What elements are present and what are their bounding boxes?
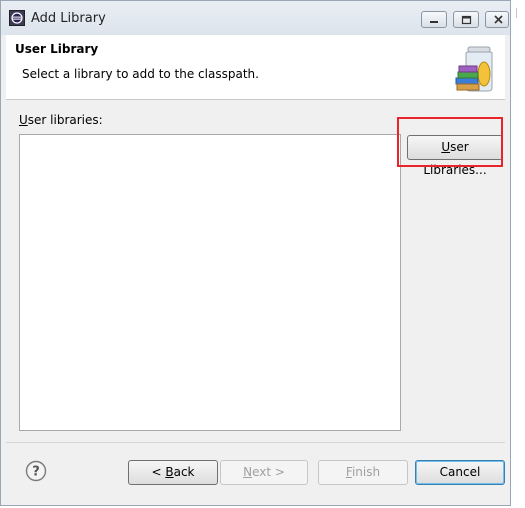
- background-window-edge: [512, 0, 525, 508]
- close-button[interactable]: [485, 11, 509, 28]
- user-libraries-list[interactable]: [19, 134, 401, 431]
- back-button[interactable]: < Back: [128, 460, 218, 485]
- close-icon: [494, 15, 503, 24]
- add-library-dialog: Add Library User Library Select a librar…: [0, 0, 511, 506]
- wizard-header: User Library Select a library to add to …: [6, 35, 505, 100]
- window-title: Add Library: [31, 11, 106, 26]
- library-jar-icon: [455, 46, 493, 92]
- user-libraries-button[interactable]: User Libraries...: [407, 135, 503, 177]
- help-icon[interactable]: ?: [25, 460, 47, 482]
- background-divider: [516, 8, 525, 18]
- title-bar[interactable]: Add Library: [1, 1, 510, 35]
- cancel-button[interactable]: Cancel: [415, 460, 505, 485]
- svg-text:?: ?: [32, 465, 40, 480]
- restore-button[interactable]: [453, 11, 479, 28]
- next-button[interactable]: Next >: [220, 460, 308, 485]
- finish-button[interactable]: Finish: [318, 460, 408, 485]
- footer-separator: [6, 442, 505, 443]
- eclipse-icon: [9, 10, 25, 26]
- minimize-icon: [430, 21, 438, 23]
- page-title: User Library: [15, 42, 99, 56]
- restore-icon: [461, 15, 472, 25]
- user-libraries-label: User libraries:: [19, 113, 103, 127]
- minimize-button[interactable]: [421, 11, 447, 28]
- page-description: Select a library to add to the classpath…: [22, 67, 259, 81]
